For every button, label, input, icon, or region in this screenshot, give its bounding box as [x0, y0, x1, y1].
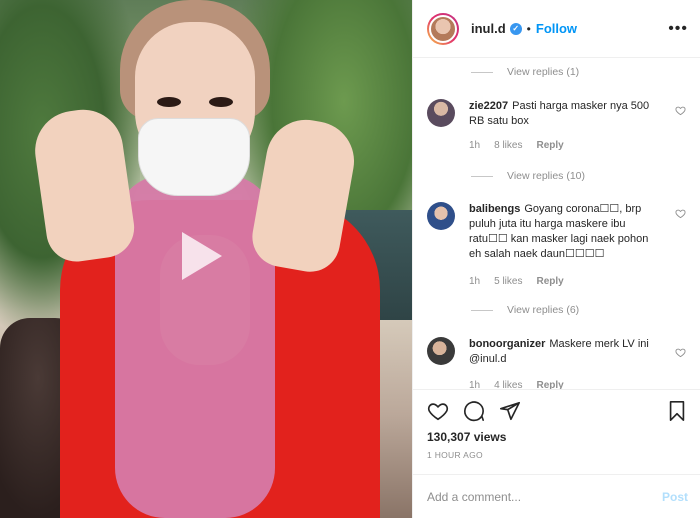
left-eye — [157, 97, 181, 107]
reply-button[interactable]: Reply — [536, 276, 563, 287]
comment-meta: 1h 5 likes Reply — [469, 276, 564, 287]
comment-avatar[interactable] — [427, 99, 455, 127]
pink-scarf — [115, 175, 275, 518]
save-bookmark-icon[interactable] — [666, 400, 688, 422]
add-comment-input[interactable] — [427, 489, 662, 504]
share-paper-plane-icon[interactable] — [499, 400, 521, 422]
like-comment-heart-icon[interactable] — [675, 347, 686, 358]
comment-item: balibengs Goyang corona☐☐, brp puluh juta… — [427, 202, 688, 302]
comment-text: zie2207 Pasti harga masker nya 500 RB sat… — [469, 99, 658, 129]
view-replies-label: View replies (10) — [507, 170, 586, 182]
play-icon[interactable] — [182, 232, 222, 280]
comment-text: balibengs Goyang corona☐☐, brp puluh juta… — [469, 202, 658, 262]
header-username[interactable]: inul.d — [471, 21, 506, 36]
add-comment-bar: Post — [413, 474, 700, 518]
instagram-post: inul.d ✓ • Follow ••• View replies (1) z… — [0, 0, 700, 518]
post-sidebar: inul.d ✓ • Follow ••• View replies (1) z… — [412, 0, 700, 518]
face-mask — [138, 118, 250, 196]
view-replies-button[interactable]: View replies (1) — [471, 66, 579, 78]
comment-username[interactable]: balibengs — [469, 203, 520, 215]
view-replies-button[interactable]: View replies (10) — [471, 170, 585, 182]
action-icons-row — [413, 390, 700, 422]
follow-button[interactable]: Follow — [536, 21, 577, 36]
post-header: inul.d ✓ • Follow ••• — [413, 0, 700, 58]
right-eye — [209, 97, 233, 107]
more-options-icon[interactable]: ••• — [668, 20, 688, 38]
comment-likes[interactable]: 5 likes — [494, 276, 522, 287]
reply-button[interactable]: Reply — [536, 140, 563, 151]
replies-divider — [471, 175, 493, 177]
comment-time: 1h — [469, 276, 481, 287]
avatar[interactable] — [427, 12, 459, 45]
comments-list[interactable]: View replies (1) zie2207 Pasti harga mask… — [413, 59, 700, 389]
view-count[interactable]: 130,307 views — [413, 422, 700, 444]
reply-button[interactable]: Reply — [536, 380, 563, 389]
comment-meta: 1h 8 likes Reply — [469, 140, 564, 151]
replies-divider — [471, 309, 493, 311]
comment-bubble-icon[interactable] — [463, 400, 485, 422]
view-replies-label: View replies (6) — [507, 304, 580, 316]
comment-username[interactable]: bonoorganizer — [469, 338, 545, 350]
post-video[interactable] — [0, 0, 412, 518]
comment-avatar[interactable] — [427, 337, 455, 365]
view-replies-label: View replies (1) — [507, 66, 580, 78]
verified-badge-icon: ✓ — [509, 22, 522, 35]
replies-divider — [471, 71, 493, 73]
comment-time: 1h — [469, 140, 481, 151]
comment-item: bonoorganizer Maskere merk LV ini @inul.d… — [427, 337, 688, 389]
header-separator: • — [526, 21, 531, 36]
comment-likes[interactable]: 8 likes — [494, 140, 522, 151]
like-heart-icon[interactable] — [427, 400, 449, 422]
post-comment-button[interactable]: Post — [662, 490, 688, 504]
post-timestamp[interactable]: 1 HOUR AGO — [413, 444, 700, 460]
like-comment-heart-icon[interactable] — [675, 105, 686, 116]
view-replies-button[interactable]: View replies (6) — [471, 304, 579, 316]
comment-text: bonoorganizer Maskere merk LV ini @inul.d — [469, 337, 658, 367]
comment-item: zie2207 Pasti harga masker nya 500 RB sat… — [427, 99, 688, 199]
like-comment-heart-icon[interactable] — [675, 208, 686, 219]
comment-avatar[interactable] — [427, 202, 455, 230]
comment-meta: 1h 4 likes Reply — [469, 380, 564, 389]
comment-likes[interactable]: 4 likes — [494, 380, 522, 389]
comment-username[interactable]: zie2207 — [469, 100, 508, 112]
comment-time: 1h — [469, 380, 481, 389]
